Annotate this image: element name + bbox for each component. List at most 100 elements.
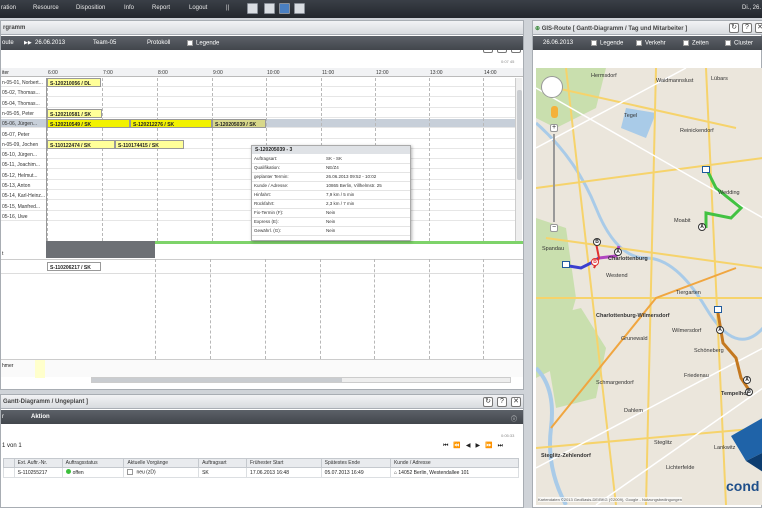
team-select[interactable]: Team-05 (93, 40, 116, 46)
street-view-icon[interactable] (551, 106, 558, 118)
gis-title: ⊕ GIS-Route [ Gantt-Diagramm / Tag und M… (533, 21, 762, 35)
order-bar[interactable]: S-120205039 / SK (212, 119, 266, 129)
gantt-panel-title: rgramm (1, 21, 523, 35)
next-fast-icon[interactable]: ⏩ (485, 443, 497, 449)
vehicle-marker[interactable] (562, 261, 570, 268)
vertical-scrollbar[interactable] (515, 78, 522, 241)
zoom-slider[interactable] (553, 134, 555, 222)
zoom-in-button[interactable]: + (550, 124, 558, 132)
protocol-button[interactable]: Protokoll (147, 40, 170, 46)
info-icon[interactable]: ⓘ (511, 414, 517, 423)
place-label: Tegel (624, 113, 638, 119)
place-label: Charlottenburg-Wilmersdorf (596, 313, 670, 319)
column-header[interactable] (3, 458, 15, 468)
place-label: Spandau (542, 246, 565, 252)
top-menu-bar: ration Resource Disposition Info Report … (0, 0, 762, 18)
prev-page-icon[interactable]: ◀ (466, 443, 476, 449)
hour-label: 6:00 (48, 70, 58, 76)
hour-label: 8:00 (158, 70, 168, 76)
order-bar[interactable]: S-120210549 / SK (47, 119, 130, 129)
order-bar[interactable]: S-110174415 / SK (115, 139, 184, 149)
question-icon[interactable]: ? (497, 397, 507, 407)
footer-row: hmer (1, 359, 523, 378)
marker-a-icon[interactable]: A (698, 223, 706, 231)
column-header[interactable]: Frühester Start (246, 458, 322, 468)
lower-section-header (46, 241, 155, 258)
place-label: Steglitz-Zehlendorf (541, 453, 591, 459)
gantt-panel: rgramm ↻ ? ✕ oute ▶▶ 26.06.2013 Team-05 … (0, 20, 524, 390)
legend-toggle[interactable]: Legende (187, 40, 219, 47)
place-label: Waidmannslust (656, 78, 694, 84)
table-row[interactable]: S-110255217 offen neu (zD) SK 17.06.2013 16:… (3, 467, 520, 478)
last-page-icon[interactable]: ⏭ (498, 443, 508, 449)
close-icon[interactable]: ✕ (511, 397, 521, 407)
marker-b-icon[interactable]: B (593, 238, 601, 246)
legend-checkbox[interactable] (187, 40, 193, 46)
unplanned-panel: Gantt-Diagramm / Ungeplant ] ↻ ? ✕ r Akt… (0, 394, 524, 508)
refresh-icon[interactable]: ↻ (729, 23, 739, 33)
place-label: Schöneberg (694, 348, 724, 354)
next-day-icon[interactable]: ▶▶ (24, 40, 32, 46)
column-header[interactable]: Auftragsstatus (61, 458, 125, 468)
order-bar[interactable]: S-120210581 / SK (47, 108, 102, 118)
user-date: Di., 26. (742, 5, 762, 11)
map-attribution: Kartendaten ©2013 GeoBasis-DE/BKG (©2009… (538, 497, 682, 502)
menu-info[interactable]: Info (124, 5, 134, 11)
marker-b-icon[interactable]: B (591, 258, 599, 266)
place-label: Charlottenburg (608, 256, 648, 262)
gis-panel-icon: ⊕ (535, 26, 542, 32)
print-icon[interactable] (264, 3, 275, 14)
menu-logout[interactable]: Logout (189, 5, 207, 11)
prev-fast-icon[interactable]: ⏪ (453, 443, 465, 449)
tooltip-row: Kunde / Adresse: 10865 Berlin, Villhelmst… (252, 181, 410, 191)
menu-operation[interactable]: ration (1, 5, 16, 11)
document-icon[interactable] (294, 3, 305, 14)
date-field[interactable]: 26.06.2013 (35, 40, 65, 46)
vehicle-marker[interactable] (714, 306, 722, 313)
question-icon[interactable]: ? (742, 23, 752, 33)
marker-a-icon[interactable]: A (716, 326, 724, 334)
zoom-out-button[interactable]: − (550, 224, 558, 232)
order-bar[interactable]: S-110122474 / SK (47, 139, 115, 149)
menu-separator: || (226, 5, 230, 11)
route-button[interactable]: oute (2, 40, 14, 46)
refresh-icon[interactable] (279, 3, 290, 14)
cluster-toggle[interactable]: Cluster (725, 40, 753, 47)
horizontal-scrollbar[interactable] (91, 377, 511, 383)
gis-date-field[interactable]: 26.06.2013 (543, 40, 573, 46)
menu-disposition[interactable]: Disposition (76, 5, 105, 11)
refresh-icon[interactable]: ↻ (483, 397, 493, 407)
footer-label: hmer (2, 363, 14, 369)
marker-a-icon[interactable]: A (743, 376, 751, 384)
gantt-toolbar: oute ▶▶ 26.06.2013 Team-05 Protokoll Leg… (1, 36, 523, 50)
legend-toggle[interactable]: Legende (591, 40, 623, 47)
traffic-toggle[interactable]: Verkehr (636, 40, 666, 47)
place-label: Friedenau (684, 373, 709, 379)
place-label: Grunewald (621, 336, 648, 342)
vehicle-marker[interactable] (702, 166, 710, 173)
column-header[interactable]: Ext. Auftr.-Nr. (13, 458, 63, 468)
menu-resource[interactable]: Resource (33, 5, 59, 11)
place-label: Steglitz (654, 440, 673, 446)
column-header[interactable]: Aktuelle Vorgänge (123, 458, 200, 468)
first-page-icon[interactable]: ⏮ (443, 443, 453, 449)
layout-icon[interactable] (247, 3, 258, 14)
pagination-controls[interactable]: ⏮⏪◀▶⏩⏭ (443, 442, 508, 450)
tooltip-row: Hinfahrt: 7,9 km / 5 min (252, 190, 410, 200)
unplanned-filter-button[interactable]: r (2, 414, 4, 420)
column-header[interactable]: Kunde / Adresse (389, 458, 520, 468)
menu-report[interactable]: Report (152, 5, 170, 11)
times-toggle[interactable]: Zeiten (683, 40, 709, 47)
hour-label: 11:00 (322, 70, 335, 76)
column-header[interactable]: Spätestes Ende (320, 458, 391, 468)
order-bar[interactable]: S-120212276 / SK (130, 119, 212, 129)
column-header[interactable]: Auftragsart (198, 458, 248, 468)
marker-a-icon[interactable]: A (614, 248, 622, 256)
next-page-icon[interactable]: ▶ (476, 443, 486, 449)
pan-control[interactable] (541, 76, 563, 98)
action-menu[interactable]: Aktion (31, 414, 50, 420)
order-bar[interactable]: S-120210056 / DL (47, 78, 101, 87)
hour-label: 7:00 (103, 70, 113, 76)
close-icon[interactable]: ✕ (755, 23, 762, 33)
map-canvas[interactable]: A B A B A A B + − Hermsdorf Waidmannslus… (536, 68, 762, 505)
